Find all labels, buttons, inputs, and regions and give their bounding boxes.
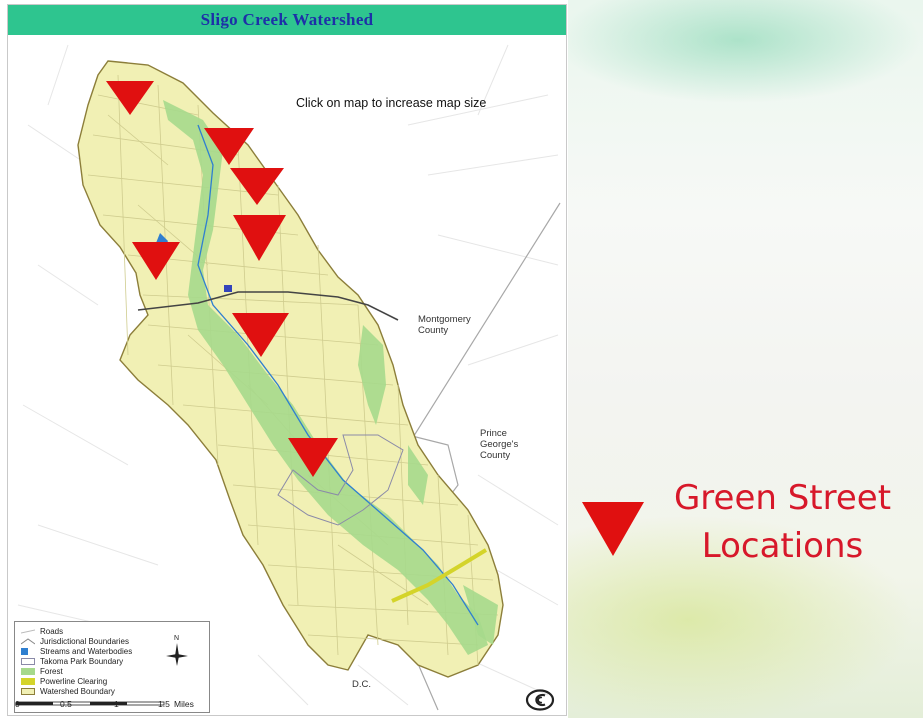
legend-item-forest: Forest <box>21 666 63 676</box>
scale-tick-15: 1.5 <box>158 699 170 709</box>
legend-item-jurisdictional: Jurisdictional Boundaries <box>21 636 129 646</box>
legend-item-takoma: Takoma Park Boundary <box>21 656 123 666</box>
prince-georges-county-label: Prince George's County <box>480 428 519 461</box>
stream-swatch-icon <box>21 647 28 655</box>
north-arrow-icon: N <box>166 635 188 666</box>
legend-item-powerline: Powerline Clearing <box>21 676 107 686</box>
dc-label: D.C. <box>352 679 371 690</box>
legend-item-watershed: Watershed Boundary <box>21 686 115 696</box>
scale-tick-1: 1 <box>114 699 119 709</box>
map-title: Sligo Creek Watershed <box>200 10 374 29</box>
scale-bar <box>16 701 165 706</box>
map-title-bar: Sligo Creek Watershed <box>8 5 566 35</box>
slide-background <box>568 0 923 718</box>
red-down-triangle-icon <box>582 502 644 556</box>
green-street-locations-label: Green Street Locations <box>673 478 892 566</box>
interstate-shield-icon <box>224 285 232 292</box>
powerline-swatch-icon <box>21 677 35 685</box>
watershed-map[interactable]: Sligo Creek Watershed Click on map to in… <box>7 4 567 716</box>
montgomery-county-label: Montgomery County <box>418 314 471 336</box>
scale-tick-05: 0.5 <box>60 699 72 709</box>
watershed-swatch-icon <box>21 687 35 695</box>
svg-text:N: N <box>174 635 179 642</box>
legend-item-roads: Roads <box>21 626 63 636</box>
map-canvas[interactable] <box>8 5 567 716</box>
agency-logo-icon <box>525 689 555 711</box>
jurisdiction-swatch-icon <box>21 637 35 644</box>
scale-unit: Miles <box>174 699 194 709</box>
roads-swatch-icon <box>21 629 35 633</box>
forest-swatch-icon <box>21 667 35 675</box>
legend-item-streams: Streams and Waterbodies <box>21 646 132 656</box>
scale-tick-0: 0 <box>15 699 20 709</box>
takoma-swatch-icon <box>21 657 35 665</box>
map-instruction[interactable]: Click on map to increase map size <box>296 96 486 110</box>
